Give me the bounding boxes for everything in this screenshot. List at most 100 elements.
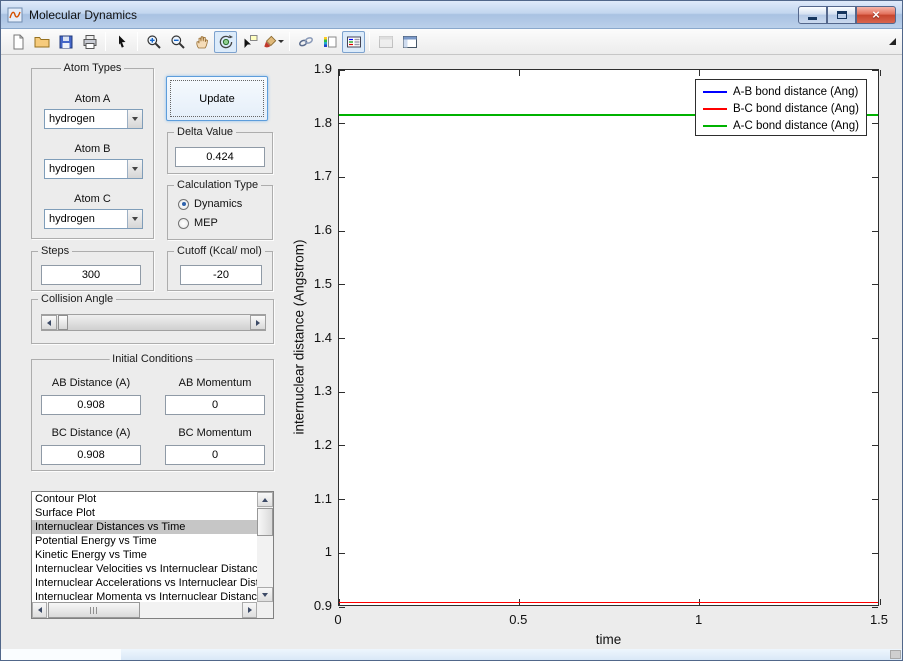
insert-colorbar-icon[interactable]: [318, 31, 341, 53]
y-tick-mark: [872, 284, 878, 286]
list-item[interactable]: Contour Plot: [32, 492, 257, 506]
close-button[interactable]: ×: [856, 5, 896, 24]
y-tick-mark: [872, 123, 878, 125]
title-bar[interactable]: Molecular Dynamics ×: [1, 1, 902, 29]
plot-type-listbox[interactable]: Contour Plot Surface Plot Internuclear D…: [31, 491, 274, 619]
x-tick-mark: [879, 70, 881, 76]
data-cursor-icon[interactable]: [238, 31, 261, 53]
scroll-right-icon[interactable]: [242, 602, 257, 618]
plot-axes[interactable]: [338, 69, 881, 608]
y-tick-mark: [872, 499, 878, 501]
list-item[interactable]: Internuclear Distances vs Time: [32, 520, 257, 534]
chevron-down-icon[interactable]: [127, 160, 142, 178]
pan-hand-icon[interactable]: [190, 31, 213, 53]
cutoff-field[interactable]: -20: [180, 265, 262, 285]
initial-conditions-title: Initial Conditions: [109, 352, 196, 366]
y-tick-label: 1: [324, 544, 332, 560]
list-item[interactable]: Surface Plot: [32, 506, 257, 520]
atom-a-dropdown[interactable]: hydrogen: [44, 109, 143, 129]
initial-conditions-panel: Initial Conditions AB Distance (A) AB Mo…: [31, 352, 274, 471]
y-tick-mark: [872, 176, 878, 178]
scroll-left-icon[interactable]: [32, 602, 47, 618]
save-figure-icon[interactable]: [54, 31, 77, 53]
x-tick-label: 0.5: [509, 612, 528, 627]
vertical-scrollbar[interactable]: [257, 492, 273, 602]
vertical-scroll-thumb[interactable]: [257, 508, 273, 536]
rotate-3d-icon[interactable]: [214, 30, 237, 53]
horizontal-scroll-thumb[interactable]: [48, 602, 140, 618]
dynamics-radio[interactable]: Dynamics: [178, 198, 242, 210]
link-plot-icon[interactable]: [294, 31, 317, 53]
collision-angle-slider[interactable]: [41, 314, 266, 331]
delta-value-title: Delta Value: [174, 125, 237, 139]
ab-momentum-field[interactable]: 0: [165, 395, 265, 415]
y-tick-mark: [339, 391, 345, 393]
radio-icon[interactable]: [178, 198, 189, 210]
plot-legend[interactable]: A-B bond distance (Ang) B-C bond distanc…: [695, 79, 867, 136]
chevron-down-icon[interactable]: [127, 110, 142, 128]
y-tick-label: 1.7: [313, 168, 332, 184]
app-window: Molecular Dynamics × Atom Types Atom A h…: [0, 0, 903, 661]
edit-pointer-icon[interactable]: [110, 31, 133, 53]
bc-distance-field[interactable]: 0.908: [41, 445, 141, 465]
maximize-button[interactable]: [827, 5, 856, 24]
list-item[interactable]: Potential Energy vs Time: [32, 534, 257, 548]
scroll-up-icon[interactable]: [257, 492, 273, 507]
show-plot-tools-icon[interactable]: [398, 31, 421, 53]
hide-plot-tools-icon[interactable]: [374, 31, 397, 53]
chevron-down-icon[interactable]: [127, 210, 142, 228]
new-figure-icon[interactable]: [6, 31, 29, 53]
legend-swatch-2: [703, 124, 727, 127]
figure-canvas: Atom Types Atom A hydrogen Atom B hydrog…: [1, 55, 902, 651]
legend-entry: A-C bond distance (Ang): [696, 117, 866, 134]
resize-grip[interactable]: [890, 650, 901, 659]
dock-figure-icon[interactable]: [889, 38, 896, 45]
insert-legend-icon[interactable]: [342, 30, 365, 53]
ab-momentum-label: AB Momentum: [178, 377, 252, 389]
slider-thumb[interactable]: [58, 315, 68, 330]
delta-value-panel: Delta Value 0.424: [167, 125, 273, 174]
mep-radio[interactable]: MEP: [178, 217, 218, 229]
brush-data-icon[interactable]: [262, 31, 285, 53]
atom-c-dropdown[interactable]: hydrogen: [44, 209, 143, 229]
listbox-viewport: Contour Plot Surface Plot Internuclear D…: [32, 492, 257, 602]
radio-icon[interactable]: [178, 217, 189, 229]
scroll-down-icon[interactable]: [257, 587, 273, 602]
atom-b-dropdown[interactable]: hydrogen: [44, 159, 143, 179]
slider-right-arrow-icon[interactable]: [250, 315, 266, 330]
window-title: Molecular Dynamics: [29, 7, 138, 22]
list-item[interactable]: Internuclear Momenta vs Internuclear Dis…: [32, 590, 257, 602]
legend-entry: B-C bond distance (Ang): [696, 100, 866, 117]
legend-entry: A-B bond distance (Ang): [696, 83, 866, 100]
list-item[interactable]: Internuclear Velocities vs Internuclear …: [32, 562, 257, 576]
legend-label: B-C bond distance (Ang): [733, 102, 859, 115]
zoom-in-icon[interactable]: [142, 31, 165, 53]
cutoff-title: Cutoff (Kcal/ mol): [174, 244, 265, 258]
update-button[interactable]: Update: [166, 76, 268, 121]
minimize-button[interactable]: [798, 5, 827, 24]
collision-angle-title: Collision Angle: [38, 292, 117, 306]
list-item[interactable]: Internuclear Accelerations vs Internucle…: [32, 576, 257, 590]
horizontal-scrollbar[interactable]: [32, 602, 257, 618]
y-tick-mark: [339, 499, 345, 501]
y-tick-mark: [339, 445, 345, 447]
y-tick-label: 1.6: [313, 222, 332, 238]
y-tick-mark: [339, 284, 345, 286]
frame-highlight: [1, 649, 121, 660]
toolbar-separator: [137, 32, 138, 51]
bc-momentum-field[interactable]: 0: [165, 445, 265, 465]
list-item[interactable]: Kinetic Energy vs Time: [32, 548, 257, 562]
open-file-icon[interactable]: [30, 31, 53, 53]
print-figure-icon[interactable]: [78, 31, 101, 53]
ab-distance-field[interactable]: 0.908: [41, 395, 141, 415]
scrollbar-corner: [257, 602, 273, 618]
y-tick-label: 1.2: [313, 436, 332, 452]
delta-value-field[interactable]: 0.424: [175, 147, 265, 167]
steps-title: Steps: [38, 244, 73, 258]
slider-left-arrow-icon[interactable]: [41, 315, 57, 330]
ab-distance-label: AB Distance (A): [51, 377, 131, 389]
steps-field[interactable]: 300: [41, 265, 141, 285]
legend-label: A-C bond distance (Ang): [733, 119, 859, 132]
zoom-out-icon[interactable]: [166, 31, 189, 53]
toolbar-separator: [369, 32, 370, 51]
